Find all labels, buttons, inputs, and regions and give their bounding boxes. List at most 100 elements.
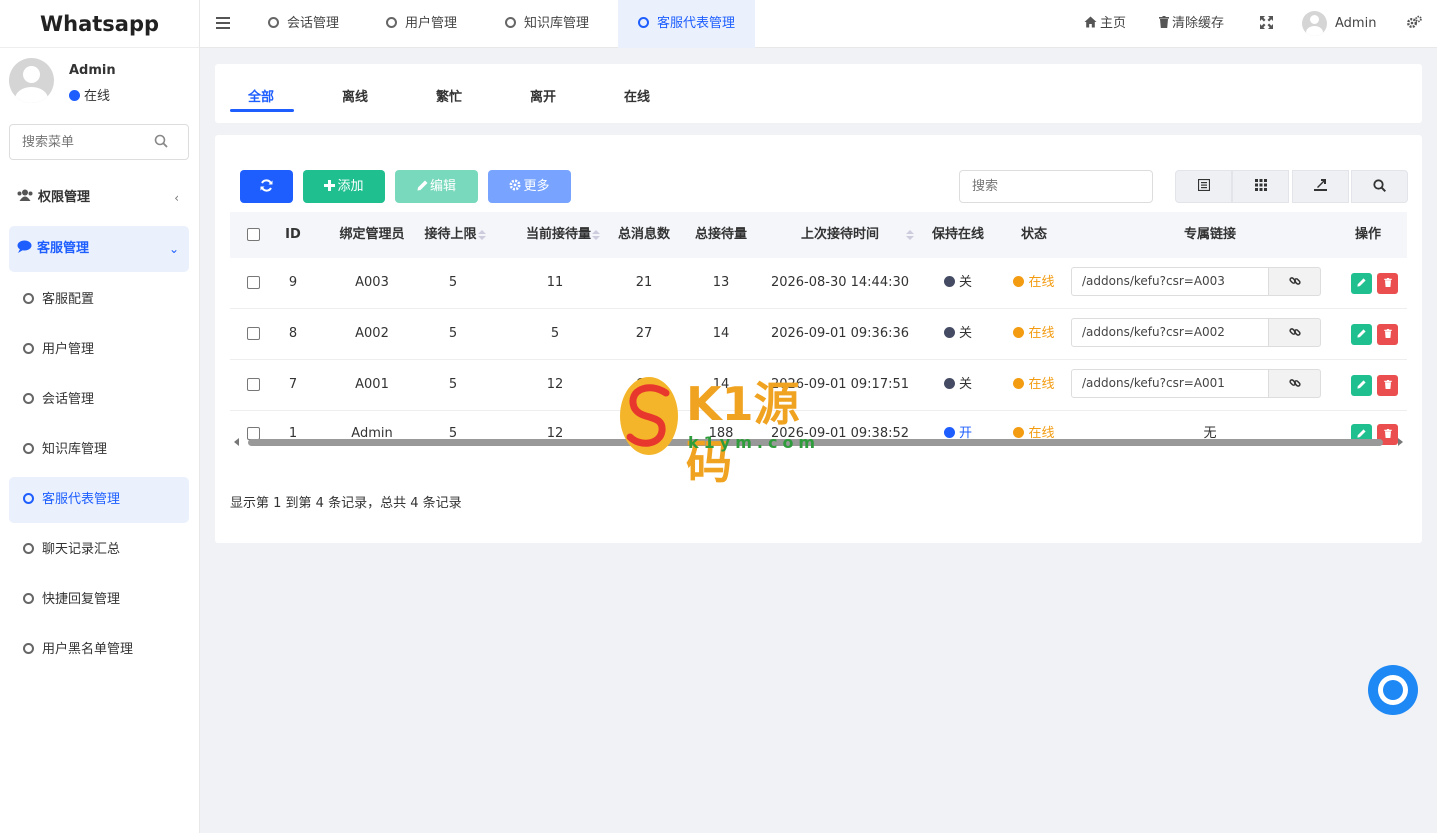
link-icon [1288, 379, 1301, 387]
sidebar-item-csr-management[interactable]: 客服代表管理 [9, 477, 189, 523]
export-button[interactable] [1292, 170, 1349, 203]
cell-id: 7 [288, 377, 298, 392]
sidebar-item-label: 用户黑名单管理 [42, 642, 134, 657]
cell-admin: A003 [355, 275, 389, 290]
row-checkbox[interactable] [247, 378, 260, 391]
row-delete-button[interactable] [1377, 375, 1398, 396]
link-icon [1288, 328, 1301, 336]
copy-link-button[interactable] [1268, 369, 1321, 398]
sort-icon[interactable] [478, 230, 486, 240]
edit-button[interactable]: 编辑 [395, 170, 478, 203]
gear-icon [509, 179, 521, 191]
sidebar-item-session-management[interactable]: 会话管理 [9, 377, 189, 423]
status-tab-busy[interactable]: 繁忙 [436, 86, 462, 105]
advanced-search-button[interactable] [1351, 170, 1408, 203]
select-all-checkbox[interactable] [247, 228, 260, 241]
toggle-view-button[interactable] [1175, 170, 1232, 203]
status-dot-icon [943, 327, 955, 338]
sidebar-item-label: 聊天记录汇总 [42, 542, 121, 557]
pencil-icon [417, 180, 428, 191]
sidebar-item-knowledge-base[interactable]: 知识库管理 [9, 427, 189, 473]
sidebar-item-user-management[interactable]: 用户管理 [9, 327, 189, 373]
search-icon[interactable] [154, 134, 168, 148]
settings-button[interactable] [1406, 0, 1422, 48]
copy-link-button[interactable] [1268, 267, 1321, 296]
sidebar-group-customer-service[interactable]: 客服管理 ⌄ [9, 226, 189, 272]
more-button[interactable]: 更多 [488, 170, 571, 203]
user-panel: Admin 在线 [0, 48, 199, 116]
cell-keep-online[interactable]: 开 [920, 411, 996, 457]
scrollbar-thumb[interactable] [248, 439, 1383, 446]
col-header-last-time-label: 上次接待时间 [800, 227, 879, 242]
link-input[interactable]: /addons/kefu?csr=A002 [1071, 318, 1269, 347]
sidebar-item-blacklist[interactable]: 用户黑名单管理 [9, 627, 189, 673]
sidebar-item-label: 知识库管理 [42, 442, 108, 457]
status-tab-offline[interactable]: 离线 [342, 86, 368, 105]
status-tab-away[interactable]: 离开 [530, 86, 556, 105]
floating-chat-button[interactable] [1368, 665, 1418, 715]
add-button[interactable]: 添加 [303, 170, 385, 203]
row-delete-button[interactable] [1377, 324, 1398, 345]
status-tab-online[interactable]: 在线 [624, 86, 650, 105]
status-filter-tabs: 全部 离线 繁忙 离开 在线 [215, 64, 1422, 123]
sort-icon[interactable] [906, 230, 914, 240]
gears-icon [1407, 15, 1422, 28]
row-edit-button[interactable] [1351, 324, 1372, 345]
sidebar-item-label: 客服代表管理 [42, 492, 121, 507]
status-tab-all[interactable]: 全部 [248, 86, 274, 105]
col-header-messages: 总消息数 [617, 227, 670, 242]
table-search[interactable] [959, 170, 1153, 203]
cell-keep-online[interactable]: 关 [920, 360, 996, 410]
horizontal-scrollbar[interactable] [230, 436, 1407, 448]
col-header-current[interactable]: 当前接待量 [513, 212, 613, 258]
cell-total: 13 [712, 275, 730, 290]
link-input[interactable]: /addons/kefu?csr=A001 [1071, 369, 1269, 398]
col-header-max[interactable]: 接待上限 [413, 212, 497, 258]
cell-keep-online[interactable]: 关 [920, 258, 996, 308]
list-icon [1197, 178, 1210, 192]
sort-icon[interactable] [592, 230, 600, 240]
columns-button[interactable] [1232, 170, 1289, 203]
chat-bubble-icon [1378, 675, 1408, 705]
scroll-right-arrow-icon[interactable] [1398, 438, 1403, 446]
sidebar-item-quick-reply[interactable]: 快捷回复管理 [9, 577, 189, 623]
clear-cache-button[interactable]: 清除缓存 [1159, 0, 1224, 48]
col-header-keep-online: 保持在线 [931, 227, 984, 242]
trash-icon [1159, 16, 1169, 28]
tab-label: 用户管理 [405, 16, 458, 31]
scroll-left-arrow-icon[interactable] [234, 438, 239, 446]
sidebar-group-permissions[interactable]: 权限管理 ‹ [9, 175, 189, 221]
col-header-id[interactable]: ID [276, 212, 310, 258]
row-delete-button[interactable] [1377, 273, 1398, 294]
circle-icon [638, 17, 649, 28]
link-input[interactable]: /addons/kefu?csr=A003 [1071, 267, 1269, 296]
cell-last-time: 2026-09-01 09:38:52 [770, 426, 910, 441]
row-checkbox[interactable] [247, 276, 260, 289]
status-label: 在线 [1028, 377, 1055, 392]
tab-user-management[interactable]: 用户管理 [366, 0, 477, 48]
link-icon [1288, 277, 1301, 285]
cell-status: 在线 [1000, 411, 1068, 457]
copy-link-button[interactable] [1268, 318, 1321, 347]
tab-knowledge-base[interactable]: 知识库管理 [485, 0, 609, 48]
row-checkbox[interactable] [247, 327, 260, 340]
col-header-last-time[interactable]: 上次接待时间 [760, 212, 920, 258]
hamburger-menu-icon[interactable] [216, 14, 230, 34]
row-edit-button[interactable] [1351, 273, 1372, 294]
menu-search-input[interactable] [10, 125, 150, 159]
sidebar-item-kefu-config[interactable]: 客服配置 [9, 277, 189, 323]
row-edit-button[interactable] [1351, 375, 1372, 396]
home-link[interactable]: 主页 [1084, 0, 1126, 48]
user-menu[interactable]: Admin [1302, 0, 1376, 48]
table-search-input[interactable] [960, 171, 1140, 202]
keep-online-label: 关 [958, 275, 972, 290]
cell-current: 12 [546, 426, 564, 441]
cell-keep-online[interactable]: 关 [920, 309, 996, 359]
tab-csr-management[interactable]: 客服代表管理 [618, 0, 756, 48]
sidebar-item-chat-records[interactable]: 聊天记录汇总 [9, 527, 189, 573]
fullscreen-button[interactable] [1260, 0, 1273, 48]
table-header: ID 绑定管理员 接待上限 当前接待量 总消息数 总接待量 上次接待时间 保持在… [230, 212, 1407, 258]
tab-session-management[interactable]: 会话管理 [248, 0, 359, 48]
refresh-button[interactable] [240, 170, 293, 203]
menu-search[interactable] [9, 124, 189, 160]
